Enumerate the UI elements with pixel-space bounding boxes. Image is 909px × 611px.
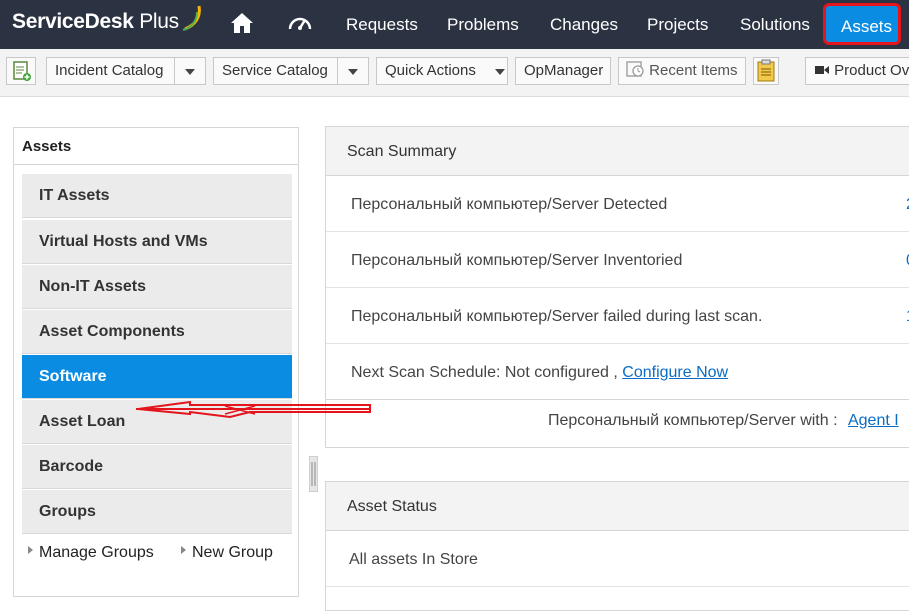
new-group-link[interactable]: New Group: [181, 544, 273, 562]
asset-status-panel: Asset Status All assets In Store: [325, 481, 909, 611]
sidebar-item-asset-components[interactable]: Asset Components: [22, 310, 292, 354]
quick-actions-label: Quick Actions: [385, 62, 476, 79]
product-overview-label: Product Ov: [834, 62, 909, 79]
opmanager-label: OpManager: [524, 62, 604, 79]
triangle-right-icon: [181, 546, 186, 554]
top-navigation-bar: ServiceDesk Plus Requests Problems Chang…: [0, 0, 909, 49]
new-request-button[interactable]: [6, 57, 36, 85]
agent-row: Персональный компьютер/Server with : Age…: [326, 400, 909, 444]
chevron-down-icon: [174, 58, 205, 84]
nav-requests[interactable]: Requests: [346, 15, 418, 35]
scan-row-failed: Персональный компьютер/Server failed dur…: [326, 288, 909, 344]
dashboard-gauge-icon[interactable]: [287, 11, 313, 35]
incident-catalog-dropdown[interactable]: Incident Catalog: [46, 57, 206, 85]
asset-status-row: All assets In Store: [326, 531, 909, 587]
chevron-down-icon: [337, 58, 368, 84]
logo-swoosh-icon: [182, 5, 201, 31]
scan-summary-title: Scan Summary: [326, 127, 909, 176]
nav-projects[interactable]: Projects: [647, 15, 708, 35]
triangle-right-icon: [28, 546, 33, 554]
clipboard-icon: [757, 59, 775, 82]
sidebar-item-it-assets[interactable]: IT Assets: [22, 174, 292, 218]
nav-problems[interactable]: Problems: [447, 15, 519, 35]
new-request-icon: [13, 61, 31, 81]
sidebar-title: Assets: [14, 128, 298, 165]
nav-assets-label: Assets: [841, 17, 893, 36]
recent-items-button[interactable]: Recent Items: [618, 57, 746, 85]
scan-row-detected: Персональный компьютер/Server Detected 2: [326, 176, 909, 232]
sidebar-item-barcode[interactable]: Barcode: [22, 445, 292, 489]
nav-solutions[interactable]: Solutions: [740, 15, 810, 35]
configure-now-link[interactable]: Configure Now: [622, 364, 728, 381]
manage-groups-link[interactable]: Manage Groups: [28, 544, 154, 562]
quick-actions-dropdown[interactable]: Quick Actions: [376, 57, 508, 85]
chevron-down-icon: [485, 58, 507, 84]
video-camera-icon: [815, 66, 829, 74]
product-overview-button[interactable]: Product Ov: [805, 57, 909, 85]
service-catalog-label: Service Catalog: [222, 62, 328, 79]
service-catalog-dropdown[interactable]: Service Catalog: [213, 57, 369, 85]
agent-link[interactable]: Agent I: [848, 412, 899, 429]
home-icon[interactable]: [230, 11, 254, 35]
asset-status-title: Asset Status: [326, 482, 909, 531]
scan-row-label: Персональный компьютер/Server Inventorie…: [351, 252, 683, 269]
recent-items-label: Recent Items: [649, 62, 738, 79]
toolbar: Incident Catalog Service Catalog Quick A…: [0, 49, 909, 97]
sidebar-item-virtual-hosts[interactable]: Virtual Hosts and VMs: [22, 220, 292, 264]
app-logo[interactable]: ServiceDesk Plus: [12, 10, 179, 34]
splitter-handle-icon[interactable]: [309, 456, 318, 492]
sidebar-item-software[interactable]: Software: [22, 355, 292, 399]
new-group-label: New Group: [192, 544, 273, 561]
nav-assets-active[interactable]: Assets: [823, 3, 901, 45]
asset-status-label: All assets In Store: [349, 551, 478, 568]
scan-row-label: Персональный компьютер/Server Detected: [351, 196, 668, 213]
agent-label: Персональный компьютер/Server with :: [548, 412, 838, 429]
assets-sidebar: Assets IT Assets Virtual Hosts and VMs N…: [13, 127, 299, 597]
next-scan-row: Next Scan Schedule: Not configured , Con…: [326, 344, 909, 400]
manage-groups-label: Manage Groups: [39, 544, 154, 561]
scan-row-label: Персональный компьютер/Server failed dur…: [351, 308, 763, 325]
notes-button[interactable]: [753, 57, 779, 85]
scan-row-inventoried: Персональный компьютер/Server Inventorie…: [326, 232, 909, 288]
opmanager-button[interactable]: OpManager: [515, 57, 611, 85]
nav-changes[interactable]: Changes: [550, 15, 618, 35]
recent-items-icon: [626, 61, 644, 77]
sidebar-item-non-it-assets[interactable]: Non-IT Assets: [22, 265, 292, 309]
incident-catalog-label: Incident Catalog: [55, 62, 164, 79]
next-scan-label: Next Scan Schedule: Not configured ,: [351, 364, 618, 381]
sidebar-item-groups[interactable]: Groups: [22, 490, 292, 534]
scan-summary-panel: Scan Summary Персональный компьютер/Serv…: [325, 126, 909, 448]
annotation-arrow-icon: [136, 400, 371, 419]
